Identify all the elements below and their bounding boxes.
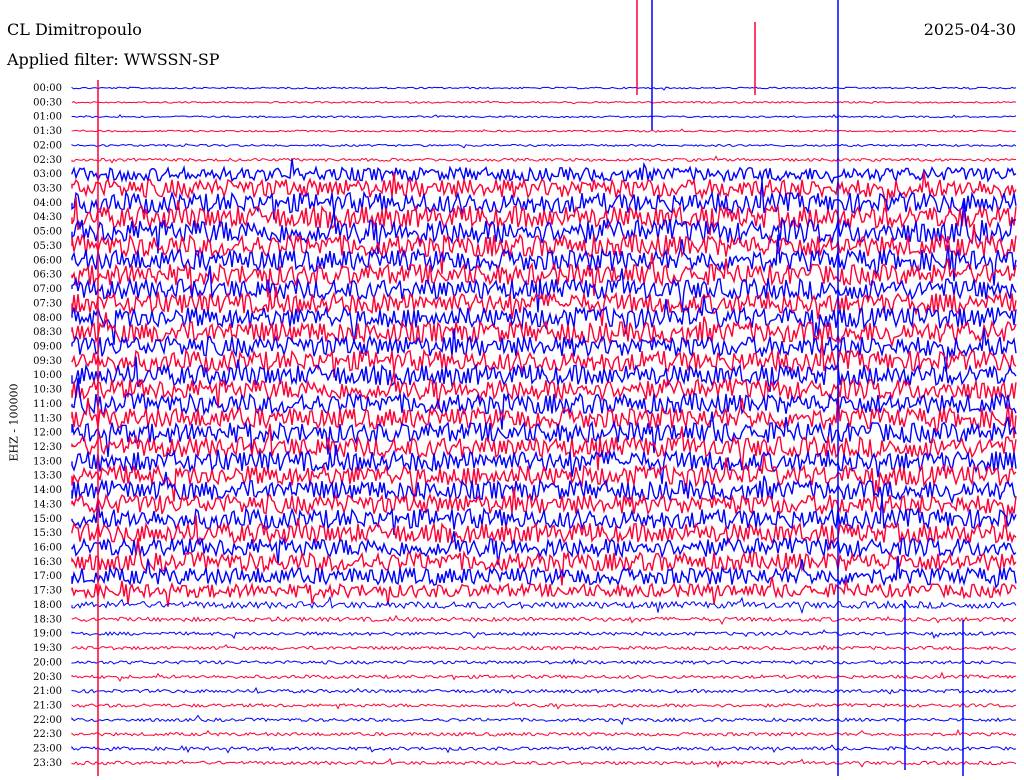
trace-line <box>71 671 1016 683</box>
time-ticks-layer: 00:00 00:30 01:00 01:30 02:00 02:30 03:00 03:30… <box>33 83 62 769</box>
time-tick-label: 10:00 <box>33 370 62 381</box>
time-tick-label: 11:30 <box>33 413 62 424</box>
time-tick-label: 18:30 <box>33 614 62 625</box>
time-tick-label: 19:00 <box>33 629 62 640</box>
time-tick-label: 03:00 <box>33 169 62 180</box>
time-tick-label: 23:30 <box>33 758 62 769</box>
time-tick-label: 17:00 <box>33 571 62 582</box>
time-tick-label: 00:30 <box>33 97 62 108</box>
trace-line <box>71 686 1017 695</box>
time-tick-label: 05:00 <box>33 227 62 238</box>
time-tick-label: 16:00 <box>33 543 62 554</box>
time-tick-label: 18:00 <box>33 600 62 611</box>
time-tick-label: 06:30 <box>33 270 62 281</box>
time-tick-label: 13:00 <box>33 456 62 467</box>
trace-line <box>71 423 1017 471</box>
time-tick-label: 08:30 <box>33 327 62 338</box>
trace-line <box>71 744 1017 754</box>
time-tick-label: 04:30 <box>33 212 62 223</box>
trace-line <box>71 113 1017 119</box>
trace-line <box>71 155 1017 164</box>
trace-line <box>71 714 1017 726</box>
time-tick-label: 23:00 <box>33 744 62 755</box>
time-tick-label: 04:00 <box>33 198 62 209</box>
trace-line <box>71 377 1017 430</box>
time-tick-label: 20:00 <box>33 657 62 668</box>
seismogram-plot: 00:00 00:30 01:00 01:30 02:00 02:30 03:00 03:30… <box>33 0 1017 776</box>
time-tick-label: 06:00 <box>33 255 62 266</box>
time-tick-label: 07:30 <box>33 298 62 309</box>
time-tick-label: 05:30 <box>33 241 62 252</box>
trace-line <box>71 128 1017 134</box>
time-tick-label: 12:30 <box>33 442 62 453</box>
time-tick-label: 03:30 <box>33 184 62 195</box>
time-tick-label: 20:30 <box>33 672 62 683</box>
traces-layer <box>71 0 1017 776</box>
time-tick-label: 02:30 <box>33 155 62 166</box>
time-tick-label: 00:00 <box>33 83 62 94</box>
time-tick-label: 01:00 <box>33 112 62 123</box>
time-tick-label: 17:30 <box>33 586 62 597</box>
time-tick-label: 11:00 <box>33 399 62 410</box>
trace-line <box>71 629 1017 640</box>
time-tick-label: 21:30 <box>33 700 62 711</box>
time-tick-label: 12:00 <box>33 428 62 439</box>
time-tick-label: 02:00 <box>33 140 62 151</box>
trace-line <box>71 644 1017 651</box>
trace-line <box>71 658 1017 666</box>
time-tick-label: 09:30 <box>33 356 62 367</box>
time-tick-label: 16:30 <box>33 557 62 568</box>
trace-line <box>71 158 1017 185</box>
trace-line <box>71 758 1017 769</box>
time-tick-label: 09:00 <box>33 341 62 352</box>
trace-line <box>71 143 1017 149</box>
trace-line <box>71 86 1017 91</box>
time-tick-label: 13:30 <box>33 471 62 482</box>
time-tick-label: 14:30 <box>33 499 62 510</box>
trace-line <box>71 595 1017 615</box>
trace-line <box>71 701 1017 710</box>
time-tick-label: 15:00 <box>33 514 62 525</box>
time-tick-label: 15:30 <box>33 528 62 539</box>
time-tick-label: 22:00 <box>33 715 62 726</box>
time-tick-label: 19:30 <box>33 643 62 654</box>
time-tick-label: 07:00 <box>33 284 62 295</box>
time-tick-label: 08:00 <box>33 313 62 324</box>
trace-line <box>71 100 1017 105</box>
time-tick-label: 21:00 <box>33 686 62 697</box>
trace-line <box>71 614 1017 626</box>
trace-line <box>71 728 1017 737</box>
time-tick-label: 10:30 <box>33 385 62 396</box>
time-tick-label: 01:30 <box>33 126 62 137</box>
time-tick-label: 14:00 <box>33 485 62 496</box>
time-tick-label: 22:30 <box>33 729 62 740</box>
